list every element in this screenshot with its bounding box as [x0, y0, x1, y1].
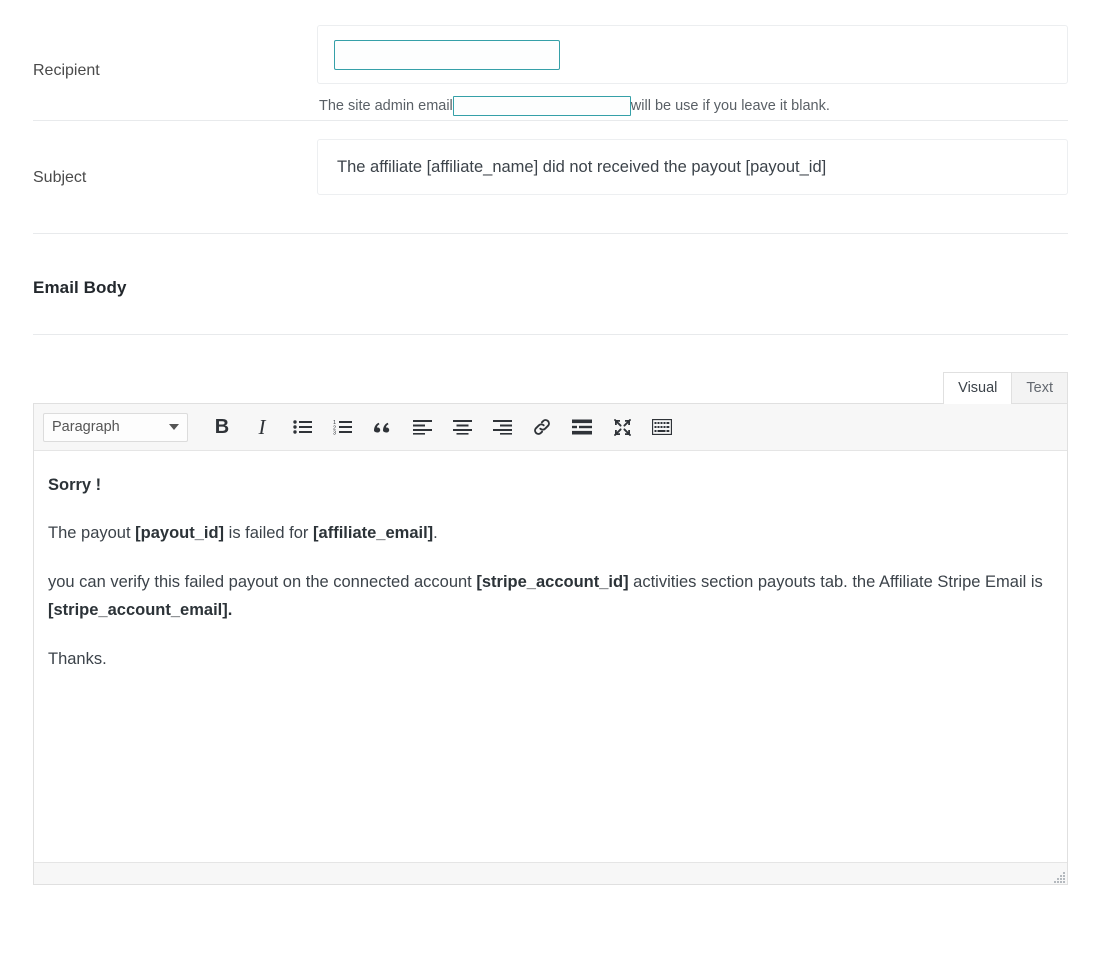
subject-field-row: Subject	[0, 121, 1107, 233]
divider-email-body	[33, 334, 1068, 335]
recipient-help-suffix: will be use if you leave it blank.	[630, 98, 830, 114]
editor-status-bar	[34, 862, 1067, 884]
recipient-label: Recipient	[33, 62, 100, 79]
body-greeting: Sorry !	[48, 476, 102, 494]
site-admin-email-inline-input[interactable]	[452, 96, 631, 116]
align-right-icon[interactable]	[487, 412, 517, 442]
subject-control	[317, 121, 1107, 195]
email-settings-page: Recipient The site admin email will be u…	[0, 0, 1107, 953]
italic-icon[interactable]: I	[247, 412, 277, 442]
email-body-editor: Visual Text Paragraph B I 1 2 3 Sorry ! …	[33, 372, 1068, 885]
chevron-down-icon	[169, 424, 179, 430]
numbered-list-icon[interactable]: 1 2 3	[327, 412, 357, 442]
svg-text:3: 3	[333, 431, 336, 436]
body-paragraph-4: Thanks.	[48, 645, 1051, 673]
bulleted-list-icon[interactable]	[287, 412, 317, 442]
subject-label: Subject	[33, 169, 87, 186]
align-left-icon[interactable]	[407, 412, 437, 442]
blockquote-icon[interactable]	[367, 412, 397, 442]
align-center-icon[interactable]	[447, 412, 477, 442]
editor-box: Paragraph B I 1 2 3 Sorry ! The payout […	[33, 403, 1068, 885]
recipient-input-card	[317, 25, 1068, 84]
recipient-control: The site admin email will be use if you …	[317, 0, 1107, 116]
editor-resize-handle[interactable]	[1051, 869, 1065, 883]
toolbar-toggle-icon[interactable]	[647, 412, 677, 442]
rich-text-p3: you can verify this failed payout on the…	[48, 572, 1043, 620]
bold-icon[interactable]: B	[207, 412, 237, 442]
bold-glyph: B	[214, 416, 230, 438]
body-paragraph-2: The payout [payout_id] is failed for [af…	[48, 519, 1051, 547]
read-more-icon[interactable]	[567, 412, 597, 442]
subject-input[interactable]	[317, 139, 1068, 195]
email-body-content[interactable]: Sorry ! The payout [payout_id] is failed…	[34, 451, 1067, 862]
link-icon[interactable]	[527, 412, 557, 442]
body-paragraph-1: Sorry !	[48, 471, 1051, 499]
body-paragraph-3: you can verify this failed payout on the…	[48, 568, 1051, 625]
italic-glyph: I	[258, 414, 266, 439]
editor-toolbar: Paragraph B I 1 2 3	[34, 404, 1067, 451]
tab-visual[interactable]: Visual	[943, 372, 1013, 404]
recipient-field-row: Recipient The site admin email will be u…	[0, 0, 1107, 120]
rich-text-p2: The payout [payout_id] is failed for [af…	[48, 524, 438, 543]
recipient-help-prefix: The site admin email	[319, 98, 453, 114]
recipient-help-text: The site admin email will be use if you …	[317, 96, 1107, 116]
editor-mode-tabs: Visual Text	[33, 372, 1068, 404]
recipient-input[interactable]	[334, 39, 560, 70]
fullscreen-icon[interactable]	[607, 412, 637, 442]
tab-text[interactable]: Text	[1011, 372, 1068, 403]
body-signoff: Thanks.	[48, 649, 107, 668]
paragraph-format-select[interactable]: Paragraph	[43, 412, 188, 442]
paragraph-format-value: Paragraph	[52, 419, 120, 435]
email-body-heading: Email Body	[33, 278, 127, 297]
